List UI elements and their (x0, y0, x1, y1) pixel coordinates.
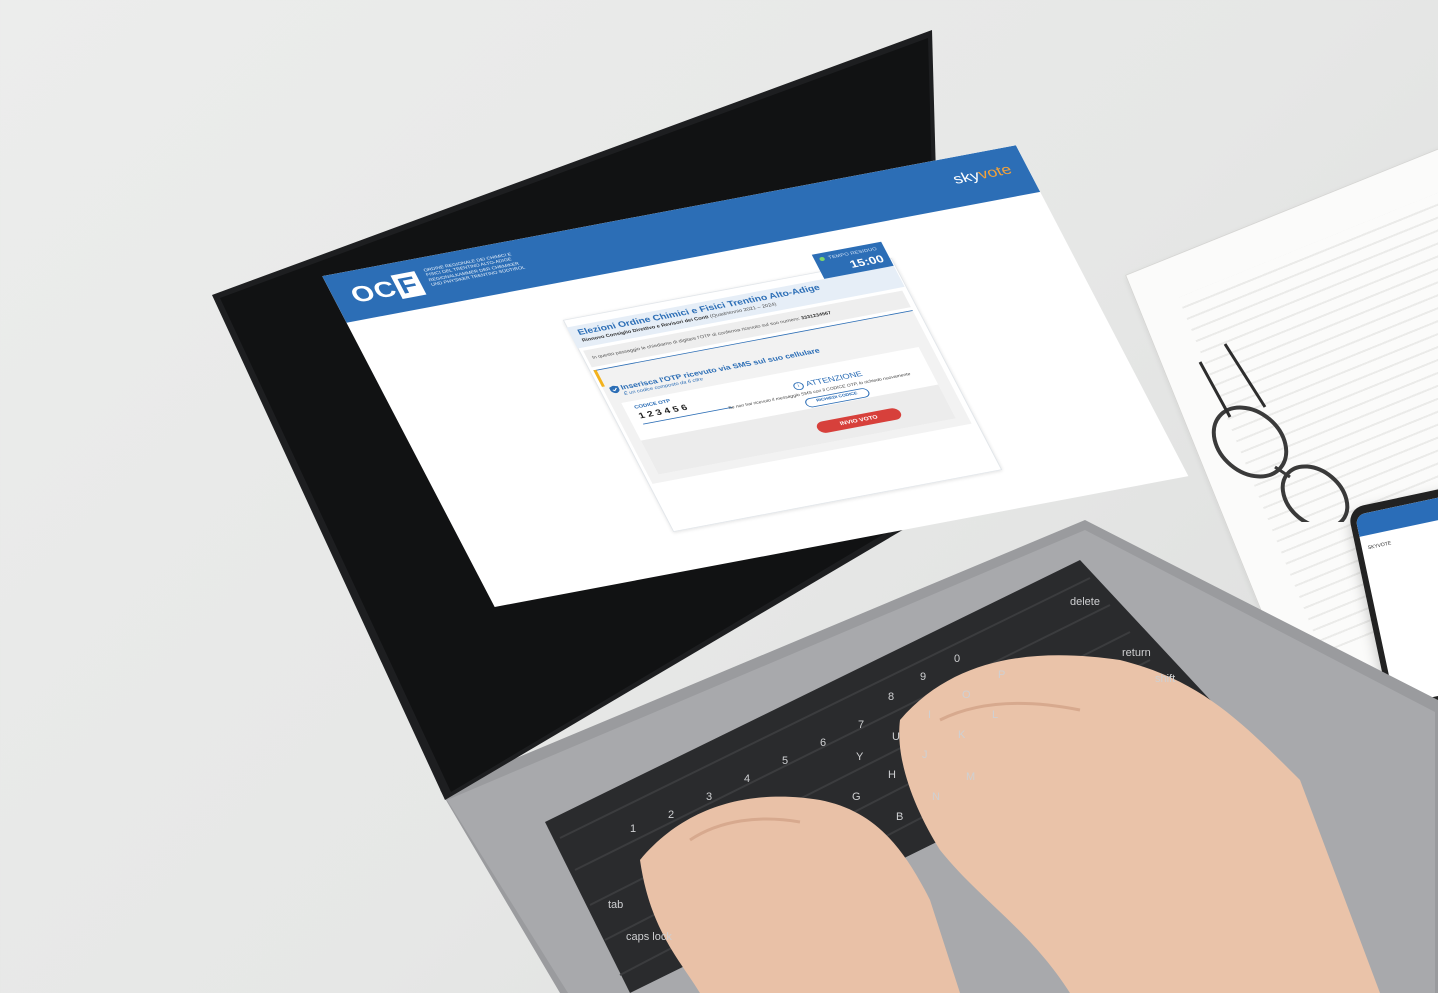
key-tab: tab (608, 899, 623, 911)
key-g: G (852, 791, 861, 803)
key-y: Y (856, 751, 864, 763)
key-m: M (966, 771, 975, 783)
key-1: 1 (630, 823, 636, 835)
key-0: 0 (954, 653, 960, 665)
key-6: 6 (820, 737, 826, 749)
key-delete: delete (1070, 596, 1100, 608)
key-return: return (1122, 647, 1151, 659)
key-l: L (992, 709, 998, 721)
key-4: 4 (744, 773, 750, 785)
key-8: 8 (888, 691, 894, 703)
key-3: 3 (706, 791, 712, 803)
key-i: I (928, 709, 931, 721)
key-shift: shift (1155, 673, 1175, 685)
key-o: O (962, 689, 971, 701)
key-p: P (998, 669, 1005, 681)
key-5: 5 (782, 755, 788, 767)
key-caps-lock: caps lock (626, 931, 672, 943)
key-k: K (958, 729, 966, 741)
key-n: N (932, 791, 940, 803)
key-2: 2 (668, 809, 674, 821)
key-9: 9 (920, 671, 926, 683)
org-logo[interactable]: OCF (346, 271, 427, 308)
status-dot-icon (818, 256, 826, 262)
key-7: 7 (858, 719, 864, 731)
key-j: J (922, 749, 928, 761)
key-b: B (896, 811, 903, 823)
key-h: H (888, 769, 896, 781)
skyvote-logo: skyvote (949, 161, 1015, 187)
key-u: U (892, 731, 900, 743)
